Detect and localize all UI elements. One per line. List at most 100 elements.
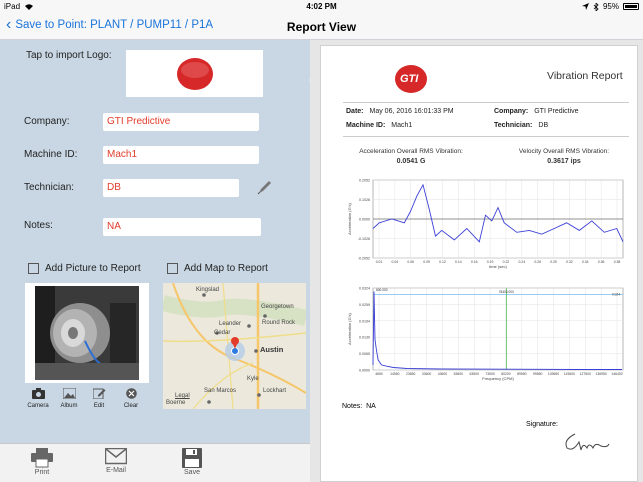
x-tick-label: 43600 [438, 372, 448, 376]
machine-id-field[interactable]: Mach1 [103, 146, 259, 164]
map-label-san-marcos: San Marcos [204, 388, 237, 394]
x-tick-label: 99550 [533, 372, 543, 376]
signature-pen-icon[interactable] [256, 178, 274, 196]
camera-button[interactable]: Camera [26, 388, 50, 409]
x-tick-label: 53600 [454, 372, 464, 376]
map-label-kingslad: Kingslad [196, 287, 220, 293]
technician-field[interactable]: DB [103, 179, 239, 197]
printer-icon [31, 448, 53, 468]
album-button[interactable]: Album [57, 387, 81, 409]
report-notes: Notes: NA [342, 403, 376, 410]
y-tick-label: 0.0194 [359, 319, 370, 323]
cursor-label-freq: 78400.000 [499, 290, 514, 294]
bottom-toolbar: Print E-Mail Save [0, 443, 310, 482]
accel-rms-value: 0.0541 G [396, 158, 426, 165]
y-tick-label: 0.0130 [359, 336, 370, 340]
machine-photo [25, 283, 149, 383]
battery-percent: 95% [602, 2, 619, 11]
accel-rms: Acceleration Overall RMS Vibration: 0.05… [346, 148, 476, 165]
signature-label: Signature: [526, 421, 558, 428]
map-label-lockhart: Lockhart [263, 388, 287, 394]
add-map-toggle[interactable]: Add Map to Report [167, 263, 268, 274]
edit-button[interactable]: Edit [87, 388, 111, 409]
add-map-checkbox[interactable] [167, 263, 178, 274]
x-tick-label: 0.26 [534, 260, 541, 264]
add-picture-toggle[interactable]: Add Picture to Report [28, 263, 141, 274]
x-tick-label: 0.01 [376, 260, 383, 264]
velocity-rms-value: 0.3617 ips [547, 158, 581, 165]
x-tick-label: 127500 [580, 372, 591, 376]
camera-label: Camera [27, 403, 49, 409]
cursor-label-amp: 0.024 [612, 292, 620, 296]
report-logo-text: GTI [400, 73, 419, 85]
x-tick-label: 33600 [422, 372, 432, 376]
report-company: Company: GTI Predictive [494, 108, 579, 115]
clear-label: Clear [123, 403, 139, 409]
x-tick-label: 0.24 [518, 260, 525, 264]
map-label-cedar: Cedar [214, 330, 231, 336]
x-tick-label: 0.14 [455, 260, 462, 264]
camera-icon [31, 388, 45, 399]
y-tick-label: 0.2052 [359, 179, 370, 183]
x-tick-label: 0.09 [423, 260, 430, 264]
velocity-rms: Velocity Overall RMS Vibration: 0.3617 i… [499, 148, 629, 165]
email-button[interactable]: E-Mail [96, 448, 136, 474]
x-tick-label: 119600 [564, 372, 575, 376]
x-tick-label: 0.12 [439, 260, 446, 264]
add-picture-checkbox[interactable] [28, 263, 39, 274]
y-tick-label: 0.0065 [359, 352, 370, 356]
save-label: Save [184, 469, 200, 476]
x-tick-label: 63500 [469, 372, 479, 376]
save-button[interactable]: Save [172, 448, 212, 476]
x-axis-label: Frequency (CPM) [482, 376, 514, 381]
location-icon [581, 3, 589, 10]
x-tick-label: 0.38 [614, 260, 621, 264]
print-label: Print [34, 469, 50, 476]
report-divider-mid [343, 136, 629, 137]
map-label-georgetown: Georgetown [261, 304, 294, 310]
spectrum-chart: 0.0324 0.0259 0.0194 0.0130 0.0065 0.0000 4650… [347, 287, 624, 381]
nav-bar: ‹ Save to Point: PLANT / PUMP11 / P1A Re… [0, 14, 643, 40]
album-icon [62, 387, 76, 400]
y-tick-label: -0.2052 [358, 257, 370, 261]
x-tick-label: 23650 [406, 372, 416, 376]
email-label: E-Mail [106, 467, 126, 474]
technician-label: Technician: [24, 182, 75, 193]
mail-icon [105, 448, 127, 465]
report-settings-panel: Tap to import Logo: GTI Company: GTI Pre… [0, 40, 331, 443]
accel-rms-label: Acceleration Overall RMS Vibration: [359, 148, 463, 155]
x-tick-label: 4650 [375, 372, 383, 376]
print-button[interactable]: Print [22, 448, 62, 476]
motor-photo-image [35, 286, 139, 380]
notes-field[interactable]: NA [103, 218, 261, 236]
notes-label: Notes: [24, 220, 53, 231]
map-legal-link[interactable]: Legal [175, 393, 190, 399]
location-map[interactable]: Kingslad Georgetown Leander Round Rock C… [163, 283, 306, 409]
import-logo-button[interactable]: GTI [126, 50, 331, 97]
y-axis-label: Acceleration (G's) [347, 203, 352, 235]
page-title: Report View [286, 20, 357, 34]
x-tick-label: 0.34 [582, 260, 589, 264]
x-tick-label: 14550 [390, 372, 400, 376]
company-field[interactable]: GTI Predictive [103, 113, 259, 131]
x-tick-label: 0.04 [392, 260, 399, 264]
x-tick-label: 136950 [595, 372, 606, 376]
y-tick-label: 0.0000 [359, 218, 370, 222]
map-label-kyle: Kyle [247, 376, 259, 382]
clear-button[interactable]: Clear [119, 388, 143, 409]
add-picture-label: Add Picture to Report [45, 263, 141, 274]
report-machine: Machine ID: Mach1 [346, 122, 413, 129]
y-tick-label: 0.0259 [359, 303, 370, 307]
bluetooth-icon [593, 2, 599, 11]
velocity-rms-label: Velocity Overall RMS Vibration: [518, 148, 610, 155]
map-label-boerne: Boerne [166, 400, 186, 406]
album-label: Album [60, 403, 78, 409]
battery-icon [623, 3, 639, 10]
save-icon [182, 448, 202, 468]
x-tick-label: 0.16 [471, 260, 478, 264]
x-tick-label: 89550 [517, 372, 527, 376]
map-label-austin: Austin [260, 345, 284, 354]
status-right: 95% [581, 2, 639, 11]
y-axis-label: Acceleration (G's) [347, 313, 352, 345]
edit-label: Edit [93, 403, 105, 409]
